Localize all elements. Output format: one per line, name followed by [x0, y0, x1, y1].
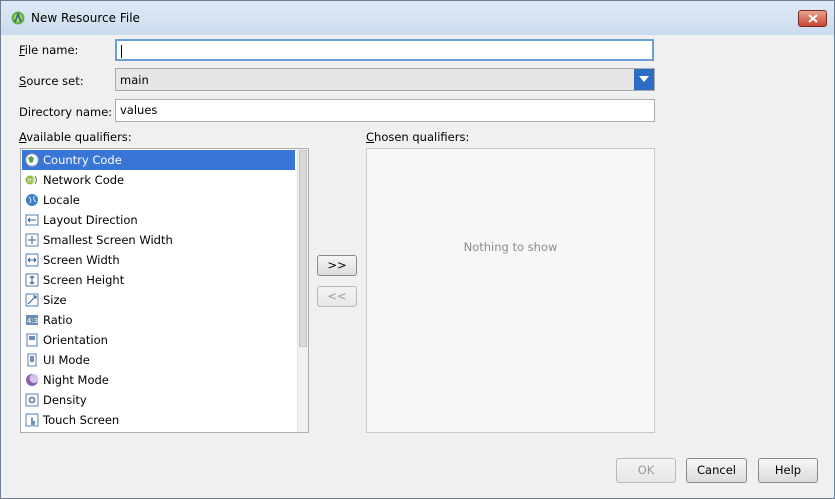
- screen-width-icon: [25, 253, 39, 267]
- directory-name-label: Directory name:: [19, 105, 113, 119]
- ok-button[interactable]: OK: [616, 458, 676, 483]
- list-scrollbar[interactable]: [297, 149, 308, 432]
- network-icon: m: [25, 175, 37, 185]
- svg-text:m: m: [27, 177, 34, 185]
- ratio-icon: 4:3: [26, 315, 38, 325]
- list-item-ratio[interactable]: 4:3 Ratio: [22, 310, 295, 330]
- list-item-label: Network Code: [43, 173, 125, 187]
- list-item-label: Ratio: [43, 313, 73, 327]
- android-studio-icon: [11, 11, 25, 25]
- list-item-layout-direction[interactable]: Layout Direction: [22, 210, 295, 230]
- chosen-qualifiers-list[interactable]: Nothing to show: [366, 148, 655, 433]
- text-caret: [121, 45, 122, 58]
- list-item-smallest-screen-width[interactable]: Smallest Screen Width: [22, 230, 295, 250]
- screen-height-icon: [25, 273, 39, 287]
- dropdown-arrow-button[interactable]: [634, 69, 654, 90]
- list-item-label: Night Mode: [43, 373, 109, 387]
- list-item-touch-screen[interactable]: Touch Screen: [22, 410, 295, 430]
- list-item-orientation[interactable]: Orientation: [22, 330, 295, 350]
- night-mode-icon: [26, 374, 39, 386]
- orientation-icon: [26, 333, 38, 347]
- list-item-label: UI Mode: [43, 353, 90, 367]
- scrollbar-thumb[interactable]: [299, 150, 307, 347]
- smallest-width-icon: [25, 233, 39, 247]
- available-qualifiers-list[interactable]: Country Code m Network Code Locale Layou…: [20, 148, 309, 433]
- add-qualifier-button[interactable]: >>: [317, 255, 357, 276]
- list-item-label: Screen Height: [43, 273, 125, 287]
- empty-list-message: Nothing to show: [463, 240, 558, 254]
- list-item-label: Locale: [43, 193, 80, 207]
- density-icon: [25, 393, 39, 407]
- list-item-label: Size: [43, 293, 67, 307]
- list-item-label: Screen Width: [43, 253, 120, 267]
- source-set-value: main: [120, 73, 149, 87]
- ui-mode-icon: [27, 353, 37, 367]
- list-item-country-code[interactable]: Country Code: [22, 150, 295, 170]
- list-item-label: Smallest Screen Width: [43, 233, 173, 247]
- source-set-label: Source set:: [19, 74, 84, 88]
- list-item-label: Density: [43, 393, 87, 407]
- svg-text:4:3: 4:3: [27, 317, 38, 325]
- close-icon: [808, 14, 818, 23]
- chevron-down-icon: [639, 76, 649, 82]
- directory-name-value: values: [120, 103, 158, 117]
- help-button[interactable]: Help: [758, 458, 818, 483]
- globe-icon: [25, 153, 39, 167]
- source-set-dropdown[interactable]: main: [115, 68, 655, 91]
- list-item-size[interactable]: Size: [22, 290, 295, 310]
- file-name-label: File name:: [19, 43, 79, 57]
- list-item-screen-width[interactable]: Screen Width: [22, 250, 295, 270]
- list-item-night-mode[interactable]: Night Mode: [22, 370, 295, 390]
- layout-direction-icon: [25, 214, 39, 226]
- list-item-label: Orientation: [43, 333, 108, 347]
- list-item-screen-height[interactable]: Screen Height: [22, 270, 295, 290]
- directory-name-input[interactable]: values: [115, 99, 655, 122]
- cancel-button[interactable]: Cancel: [686, 458, 747, 483]
- list-item-density[interactable]: Density: [22, 390, 295, 410]
- window-title: New Resource File: [31, 11, 140, 25]
- list-item-ui-mode[interactable]: UI Mode: [22, 350, 295, 370]
- list-item-label: Layout Direction: [43, 213, 138, 227]
- list-item-network-code[interactable]: m Network Code: [22, 170, 295, 190]
- chosen-qualifiers-label: Chosen qualifiers:: [366, 130, 470, 144]
- remove-qualifier-button[interactable]: <<: [317, 286, 357, 307]
- list-item-label: Touch Screen: [43, 413, 120, 427]
- list-item-label: Country Code: [43, 153, 122, 167]
- title-bar: New Resource File: [1, 1, 834, 35]
- touch-screen-icon: [25, 413, 39, 427]
- new-resource-file-dialog: New Resource File File name: Source set:…: [0, 0, 835, 499]
- list-item-locale[interactable]: Locale: [22, 190, 295, 210]
- available-qualifiers-label: Available qualifiers:: [19, 130, 132, 144]
- close-button[interactable]: [798, 10, 827, 27]
- file-name-input[interactable]: [115, 39, 654, 61]
- locale-icon: [26, 194, 38, 206]
- size-icon: [25, 293, 39, 307]
